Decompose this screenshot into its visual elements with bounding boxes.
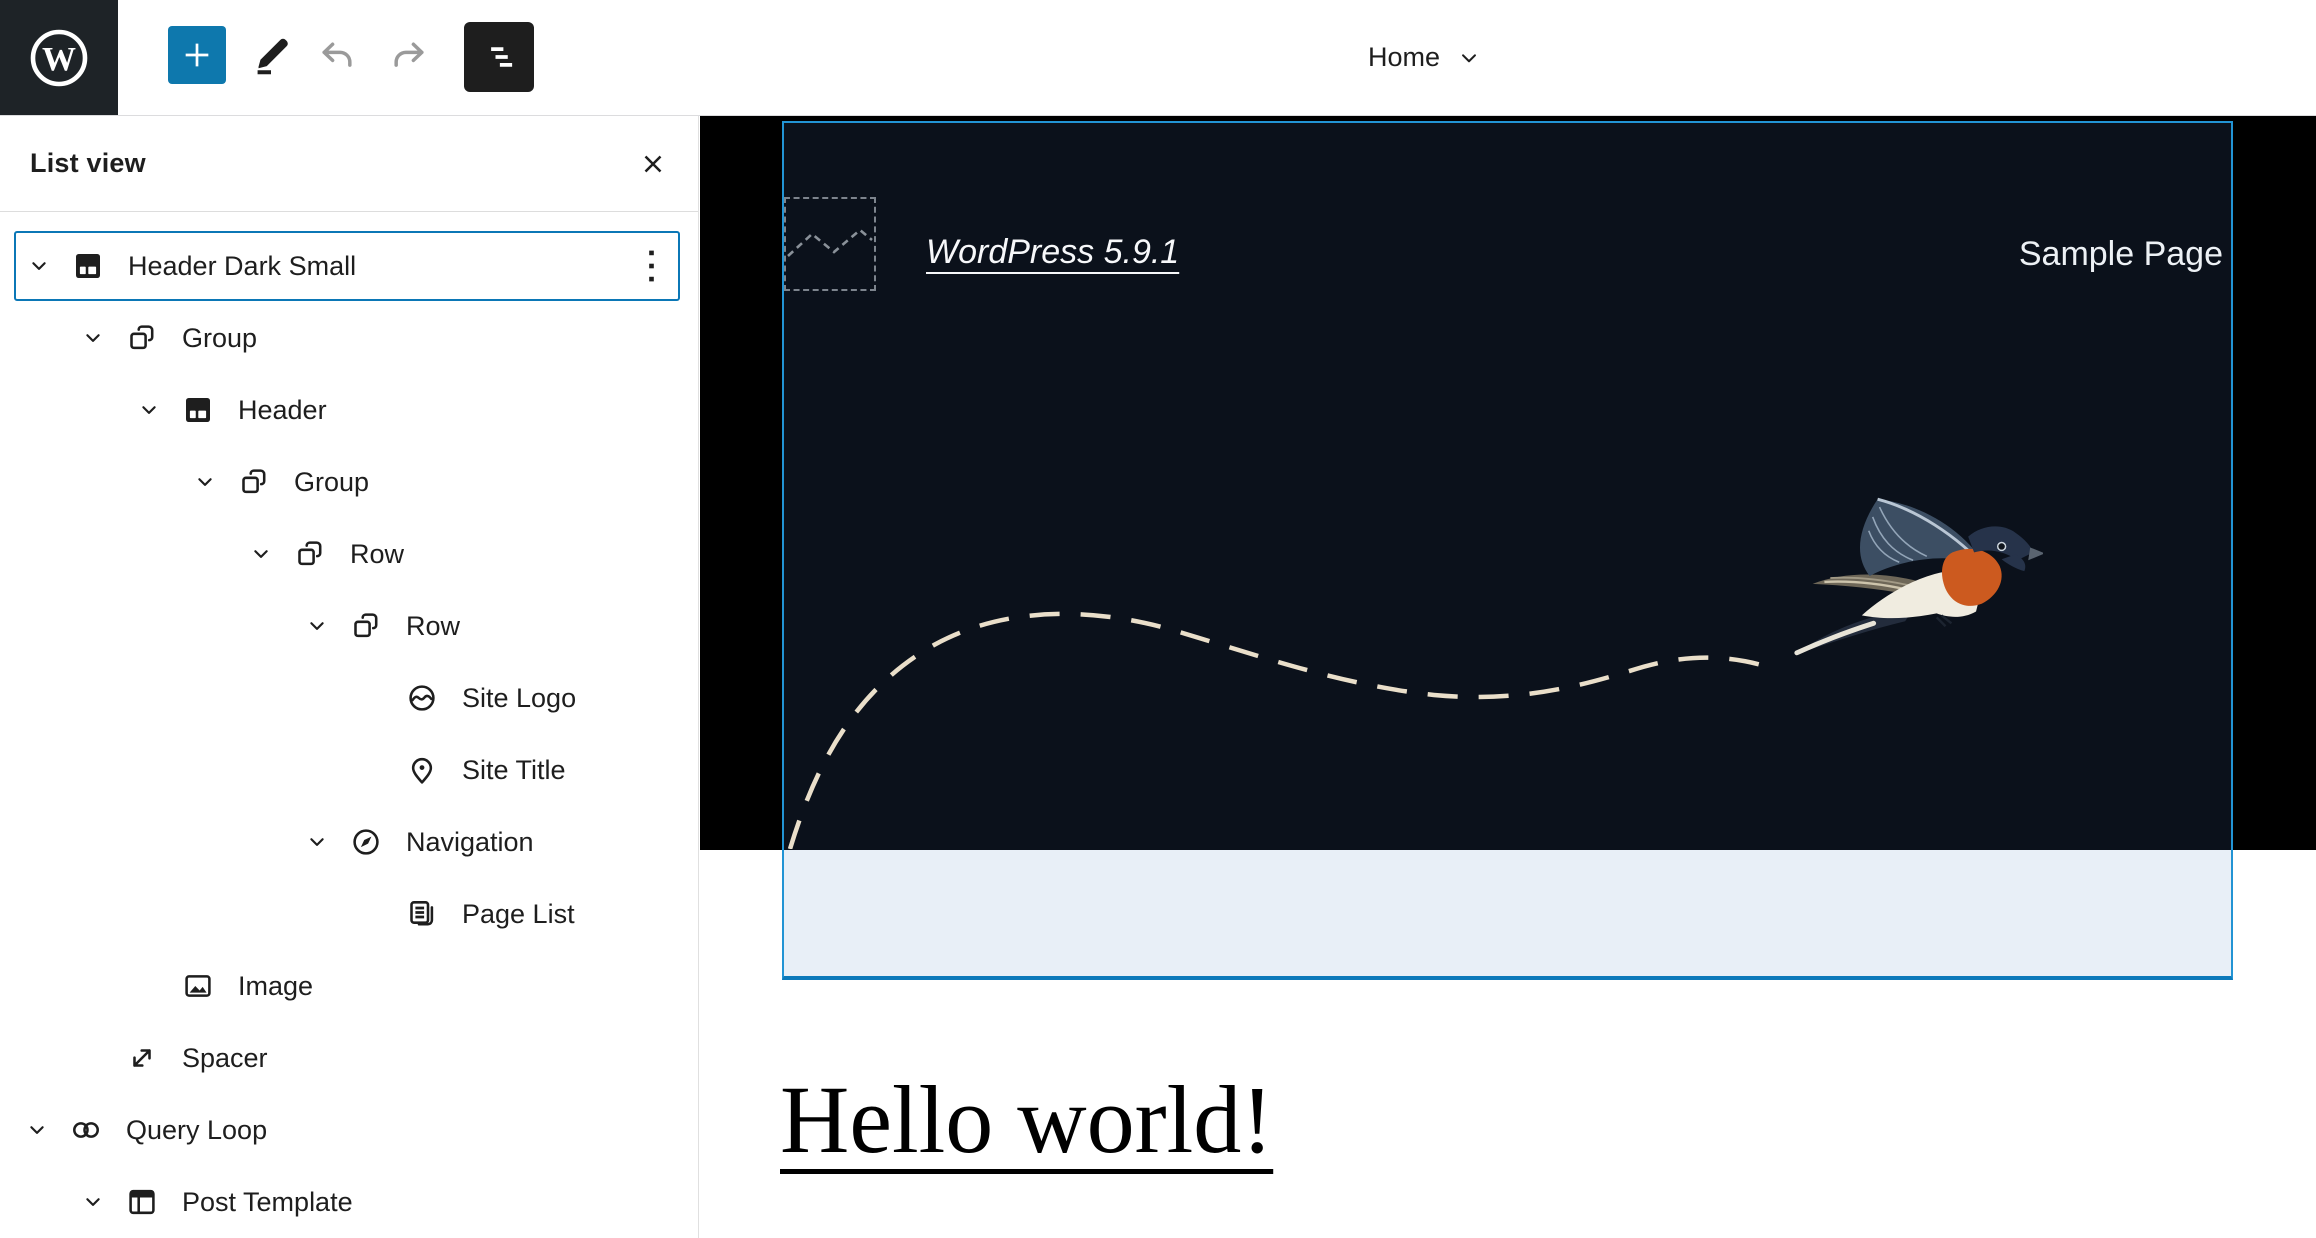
block-label: Group	[182, 322, 258, 353]
chevron-down-icon[interactable]	[22, 1115, 52, 1145]
options-menu-button[interactable]	[636, 246, 666, 286]
site-logo-icon	[409, 685, 435, 711]
post-template-icon	[129, 1189, 155, 1215]
block-label: Header	[238, 394, 327, 425]
listview-item-page-list[interactable]: Page List	[0, 878, 698, 950]
edit-mode-button[interactable]	[244, 30, 298, 80]
wordpress-logo[interactable]: W	[0, 0, 118, 115]
listview-item-header-dark-small[interactable]: Header Dark Small	[14, 231, 680, 301]
listview-item-group[interactable]: Group	[0, 446, 698, 518]
block-label: Page List	[462, 898, 575, 929]
close-list-view-button[interactable]	[636, 147, 670, 181]
block-label: Header Dark Small	[128, 250, 357, 281]
listview-item-site-logo[interactable]: Site Logo	[0, 662, 698, 734]
site-title-icon	[411, 757, 433, 784]
chevron-down-icon[interactable]	[190, 467, 220, 497]
chevron-down-icon[interactable]	[302, 827, 332, 857]
document-switcher[interactable]: Home	[1368, 0, 1482, 115]
panel-title: List view	[30, 148, 146, 178]
block-label: Row	[350, 538, 405, 569]
spacer-icon	[133, 1049, 151, 1067]
redo-icon	[394, 42, 424, 67]
listview-item-header[interactable]: Header	[0, 374, 698, 446]
header-dark-small-block[interactable]: WordPress 5.9.1 Sample Page	[784, 123, 2231, 850]
pencil-icon	[257, 38, 288, 75]
chevron-down-icon[interactable]	[246, 539, 276, 569]
group-icon	[130, 325, 154, 350]
listview-item-spacer[interactable]: Spacer	[0, 1022, 698, 1094]
listview-item-site-title[interactable]: Site Title	[0, 734, 698, 806]
chevron-down-icon[interactable]	[78, 1187, 108, 1217]
block-label: Query Loop	[126, 1114, 268, 1145]
block-label: Post Template	[182, 1186, 353, 1217]
spacer-block-highlight[interactable]	[784, 850, 2231, 976]
listview-item-image[interactable]: Image	[0, 950, 698, 1022]
flight-path-dashed-line	[787, 611, 1773, 849]
selected-template-part-outline: WordPress 5.9.1 Sample Page	[782, 121, 2233, 980]
listview-item-post-template[interactable]: Post Template	[0, 1166, 698, 1238]
block-label: Group	[294, 466, 370, 497]
bird-image[interactable]	[1787, 493, 2043, 661]
list-view-panel: List view Header Dark Small Group Header…	[0, 116, 699, 1238]
chevron-down-icon[interactable]	[78, 323, 108, 353]
listview-item-navigation[interactable]: Navigation	[0, 806, 698, 878]
editor-canvas: WordPress 5.9.1 Sample Page Hello world!	[700, 116, 2316, 1238]
listview-item-group[interactable]: Group	[0, 302, 698, 374]
close-icon	[644, 155, 662, 172]
listview-item-query-loop[interactable]: Query Loop	[0, 1094, 698, 1166]
list-view-toggle-button[interactable]	[464, 22, 534, 92]
undo-icon	[322, 42, 352, 67]
plus-icon	[185, 43, 209, 67]
chevron-down-icon[interactable]	[302, 611, 332, 641]
listview-item-row[interactable]: Row	[0, 590, 698, 662]
image-icon	[185, 975, 211, 997]
block-label: Site Title	[462, 754, 566, 785]
chevron-down-icon[interactable]	[24, 251, 54, 281]
undo-button[interactable]	[314, 34, 360, 78]
post-title-hello-world[interactable]: Hello world!	[780, 1064, 1273, 1175]
wordpress-logo-icon: W	[30, 29, 88, 86]
editor-top-bar: W Home	[0, 0, 2316, 116]
kebab-menu-icon	[648, 250, 654, 282]
block-label: Image	[238, 970, 314, 1001]
redo-button[interactable]	[386, 34, 432, 78]
block-inserter-button[interactable]	[168, 26, 226, 84]
block-label: Site Logo	[462, 682, 577, 713]
document-title: Home	[1368, 42, 1441, 72]
chevron-down-icon[interactable]	[134, 395, 164, 425]
row-icon	[354, 613, 378, 638]
list-view-icon	[491, 47, 513, 67]
chevron-down-icon	[1462, 53, 1477, 62]
list-view-panel-header: List view	[0, 116, 698, 212]
group-icon	[242, 469, 266, 494]
svg-text:W: W	[42, 41, 76, 78]
listview-item-row[interactable]: Row	[0, 518, 698, 590]
block-label: Navigation	[406, 826, 534, 857]
row-icon	[298, 541, 322, 566]
block-tree: Header Dark Small Group Header Group Row…	[0, 212, 698, 1238]
block-label: Spacer	[182, 1042, 268, 1073]
query-loop-icon	[73, 1122, 99, 1138]
navigation-icon	[353, 829, 379, 855]
header-icon	[186, 398, 210, 422]
template-part-icon	[76, 254, 100, 278]
page-list-icon	[410, 901, 434, 926]
block-label: Row	[406, 610, 461, 641]
